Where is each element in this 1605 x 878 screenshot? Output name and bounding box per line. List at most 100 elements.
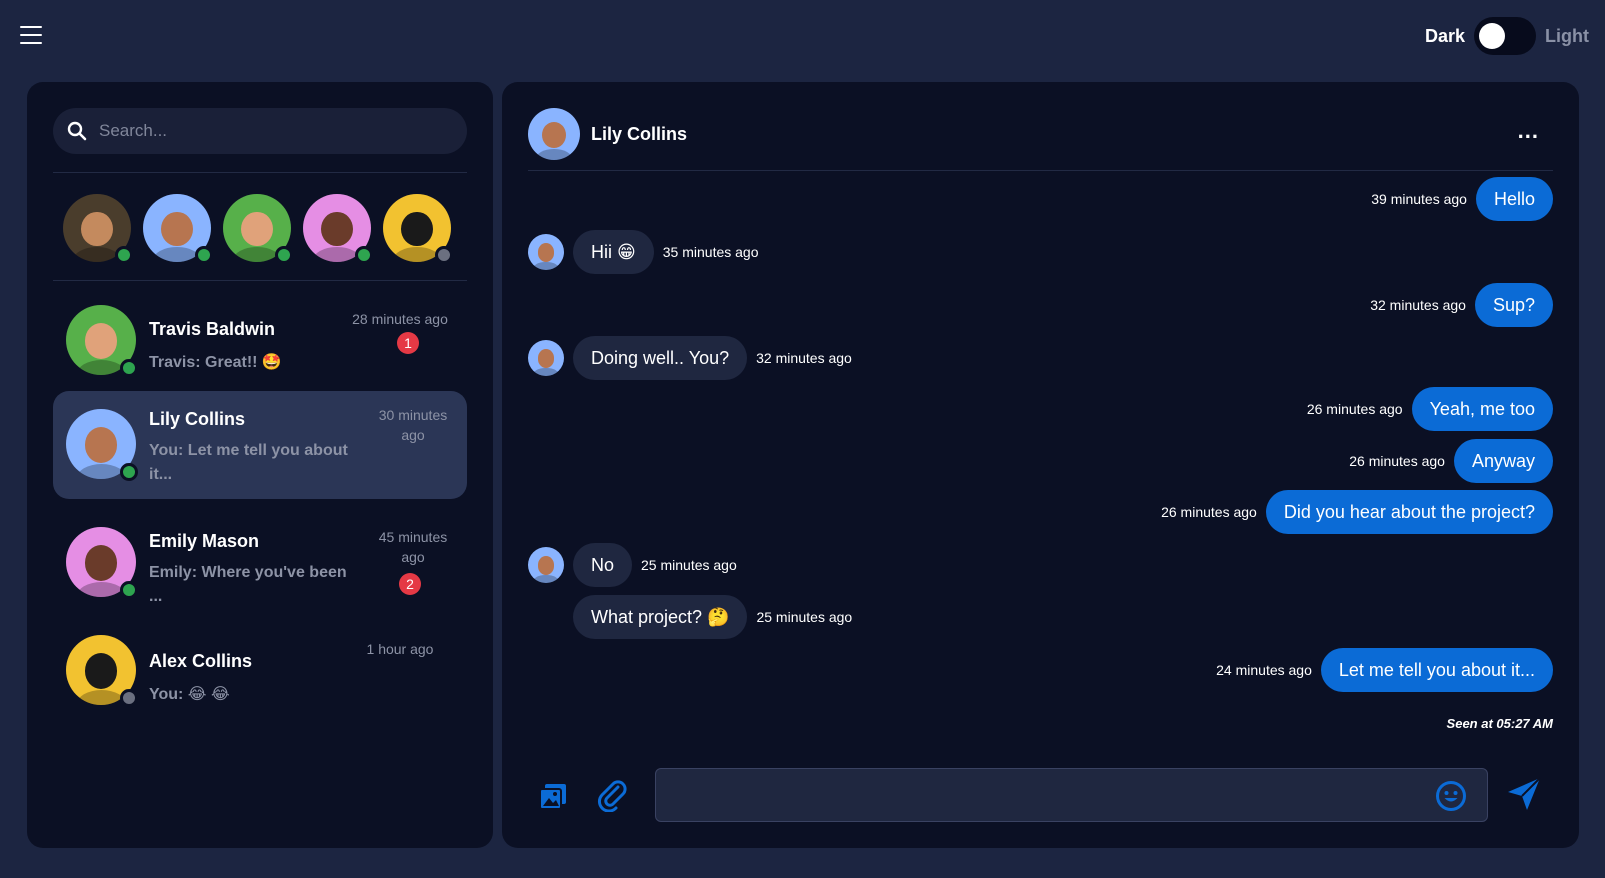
sender-avatar-slot bbox=[528, 599, 564, 635]
avatar-body bbox=[533, 368, 559, 376]
send-icon[interactable] bbox=[1505, 775, 1543, 813]
message-timestamp: 35 minutes ago bbox=[662, 244, 759, 260]
avatar-face bbox=[542, 121, 566, 148]
message-bubble[interactable]: Let me tell you about it... bbox=[1320, 648, 1553, 692]
outgoing-message: 26 minutes ago Did you hear about the pro… bbox=[1161, 490, 1553, 534]
incoming-message: What project? 🤔 25 minutes ago bbox=[528, 595, 852, 639]
avatar-face bbox=[241, 211, 273, 247]
message-timestamp: 26 minutes ago bbox=[1161, 504, 1257, 520]
seen-status: Seen at 05:27 AM bbox=[1446, 716, 1553, 731]
conversation-time: 28 minutes ago bbox=[352, 311, 448, 327]
astronaut-woman-avatar bbox=[143, 194, 213, 264]
outgoing-message: 32 minutes ago Sup? bbox=[1370, 283, 1553, 327]
avatar-face bbox=[401, 211, 433, 247]
avatar-face bbox=[84, 323, 118, 359]
conversation-name: Alex Collins bbox=[149, 651, 253, 671]
online-status-dot bbox=[195, 246, 213, 264]
leprechaun-avatar bbox=[223, 194, 293, 264]
conversation-preview: You: Let me tell you about it... bbox=[149, 442, 348, 483]
message-input[interactable] bbox=[656, 769, 1436, 819]
message-timestamp: 25 minutes ago bbox=[756, 609, 853, 625]
message-bubble[interactable]: Anyway bbox=[1453, 439, 1553, 483]
offline-status-dot bbox=[120, 689, 138, 707]
message-timestamp: 32 minutes ago bbox=[1370, 297, 1466, 313]
hamburger-icon[interactable] bbox=[20, 26, 42, 44]
message-timestamp: 26 minutes ago bbox=[1349, 453, 1445, 469]
message-bubble[interactable]: Doing well.. You? bbox=[573, 336, 748, 380]
chat-header-divider bbox=[528, 170, 1553, 171]
message-bubble[interactable]: No bbox=[573, 543, 633, 587]
conversation-time: 45 minutes ago bbox=[378, 529, 448, 565]
outgoing-message: 26 minutes ago Yeah, me too bbox=[1307, 387, 1553, 431]
online-status-dot bbox=[120, 359, 138, 377]
avatar-image bbox=[528, 547, 564, 583]
conversation-preview: You: 😂 😂 bbox=[149, 686, 230, 703]
message-timestamp: 25 minutes ago bbox=[641, 557, 737, 573]
chat-contact-avatar[interactable] bbox=[528, 108, 580, 160]
search-input[interactable] bbox=[99, 121, 419, 141]
theme-light-label: Light bbox=[1545, 25, 1589, 46]
conversation-item[interactable]: Alex Collins You: 😂 😂 1 hour ago bbox=[53, 625, 467, 721]
man-hat-avatar bbox=[63, 194, 133, 264]
message-timestamp: 39 minutes ago bbox=[1371, 191, 1467, 207]
sender-avatar-slot bbox=[528, 547, 564, 583]
incoming-message: Doing well.. You? 32 minutes ago bbox=[528, 336, 852, 380]
avatar-body bbox=[76, 581, 126, 597]
search-icon bbox=[67, 121, 87, 141]
conversation-name: Lily Collins bbox=[149, 409, 246, 429]
message-bubble[interactable]: Hii 😁 bbox=[573, 230, 654, 274]
message-bubble[interactable]: Yeah, me too bbox=[1411, 387, 1553, 431]
online-status-dot bbox=[120, 581, 138, 599]
theme-switch[interactable] bbox=[1474, 17, 1537, 55]
avatar-face bbox=[537, 243, 555, 262]
message-bubble[interactable]: What project? 🤔 bbox=[573, 595, 748, 639]
contact-avatar bbox=[66, 635, 138, 707]
avatar-body bbox=[313, 247, 361, 262]
avatar-face bbox=[84, 653, 118, 689]
avatar-image bbox=[528, 234, 564, 270]
story-astronaut-woman-avatar[interactable] bbox=[143, 194, 213, 264]
story-gold-astronaut-avatar[interactable] bbox=[383, 194, 453, 264]
chat-contact-name[interactable]: Lily Collins bbox=[591, 124, 687, 145]
sender-avatar-slot bbox=[528, 340, 564, 376]
chat-panel: Lily Collins ... 39 minutes ago Hello Hii … bbox=[502, 82, 1579, 848]
conversation-item[interactable]: Lily Collins You: Let me tell you about i… bbox=[53, 391, 467, 499]
avatar-face bbox=[81, 211, 113, 247]
contact-avatar bbox=[66, 409, 138, 481]
switch-knob bbox=[1479, 23, 1506, 49]
chat-avatar bbox=[528, 108, 580, 160]
search-bar[interactable] bbox=[53, 108, 467, 154]
message-timestamp: 32 minutes ago bbox=[756, 350, 852, 366]
message-bubble[interactable]: Did you hear about the project? bbox=[1265, 490, 1553, 534]
smiley-icon[interactable] bbox=[1435, 780, 1467, 812]
story-man-hat-avatar[interactable] bbox=[63, 194, 133, 264]
sidebar-divider bbox=[53, 280, 467, 281]
avatar-body bbox=[533, 262, 559, 270]
story-astronaut-dark-avatar[interactable] bbox=[303, 194, 373, 264]
conversation-preview: Travis: Great!! 🤩 bbox=[149, 354, 282, 371]
image-gallery-icon[interactable] bbox=[538, 781, 568, 811]
gold-astronaut-avatar bbox=[383, 194, 453, 264]
astronaut-dark-avatar bbox=[303, 194, 373, 264]
conversation-name: Travis Baldwin bbox=[149, 319, 276, 339]
message-bubble[interactable]: Sup? bbox=[1474, 283, 1553, 327]
more-options-button[interactable]: ... bbox=[1518, 118, 1539, 144]
avatar-image bbox=[528, 340, 564, 376]
conversation-item[interactable]: Emily Mason Emily: Where you've been ... 4… bbox=[53, 503, 467, 621]
message-input-box[interactable] bbox=[655, 768, 1488, 822]
incoming-message: No 25 minutes ago bbox=[528, 543, 737, 587]
avatar-body bbox=[233, 247, 281, 262]
paperclip-icon[interactable] bbox=[596, 778, 630, 812]
conversation-name: Emily Mason bbox=[149, 531, 260, 551]
outgoing-message: 39 minutes ago Hello bbox=[1371, 177, 1553, 221]
contact-avatar bbox=[66, 527, 138, 599]
outgoing-message: 24 minutes ago Let me tell you about it..… bbox=[1216, 648, 1553, 692]
story-leprechaun-avatar[interactable] bbox=[223, 194, 293, 264]
message-bubble[interactable]: Hello bbox=[1475, 177, 1553, 221]
avatar-body bbox=[153, 247, 201, 262]
sender-avatar bbox=[528, 340, 564, 376]
avatar-body bbox=[535, 148, 573, 160]
conversation-item[interactable]: Travis Baldwin Travis: Great!! 🤩 28 minute… bbox=[53, 287, 467, 387]
avatar-face bbox=[321, 211, 353, 247]
avatar-body bbox=[76, 359, 126, 375]
